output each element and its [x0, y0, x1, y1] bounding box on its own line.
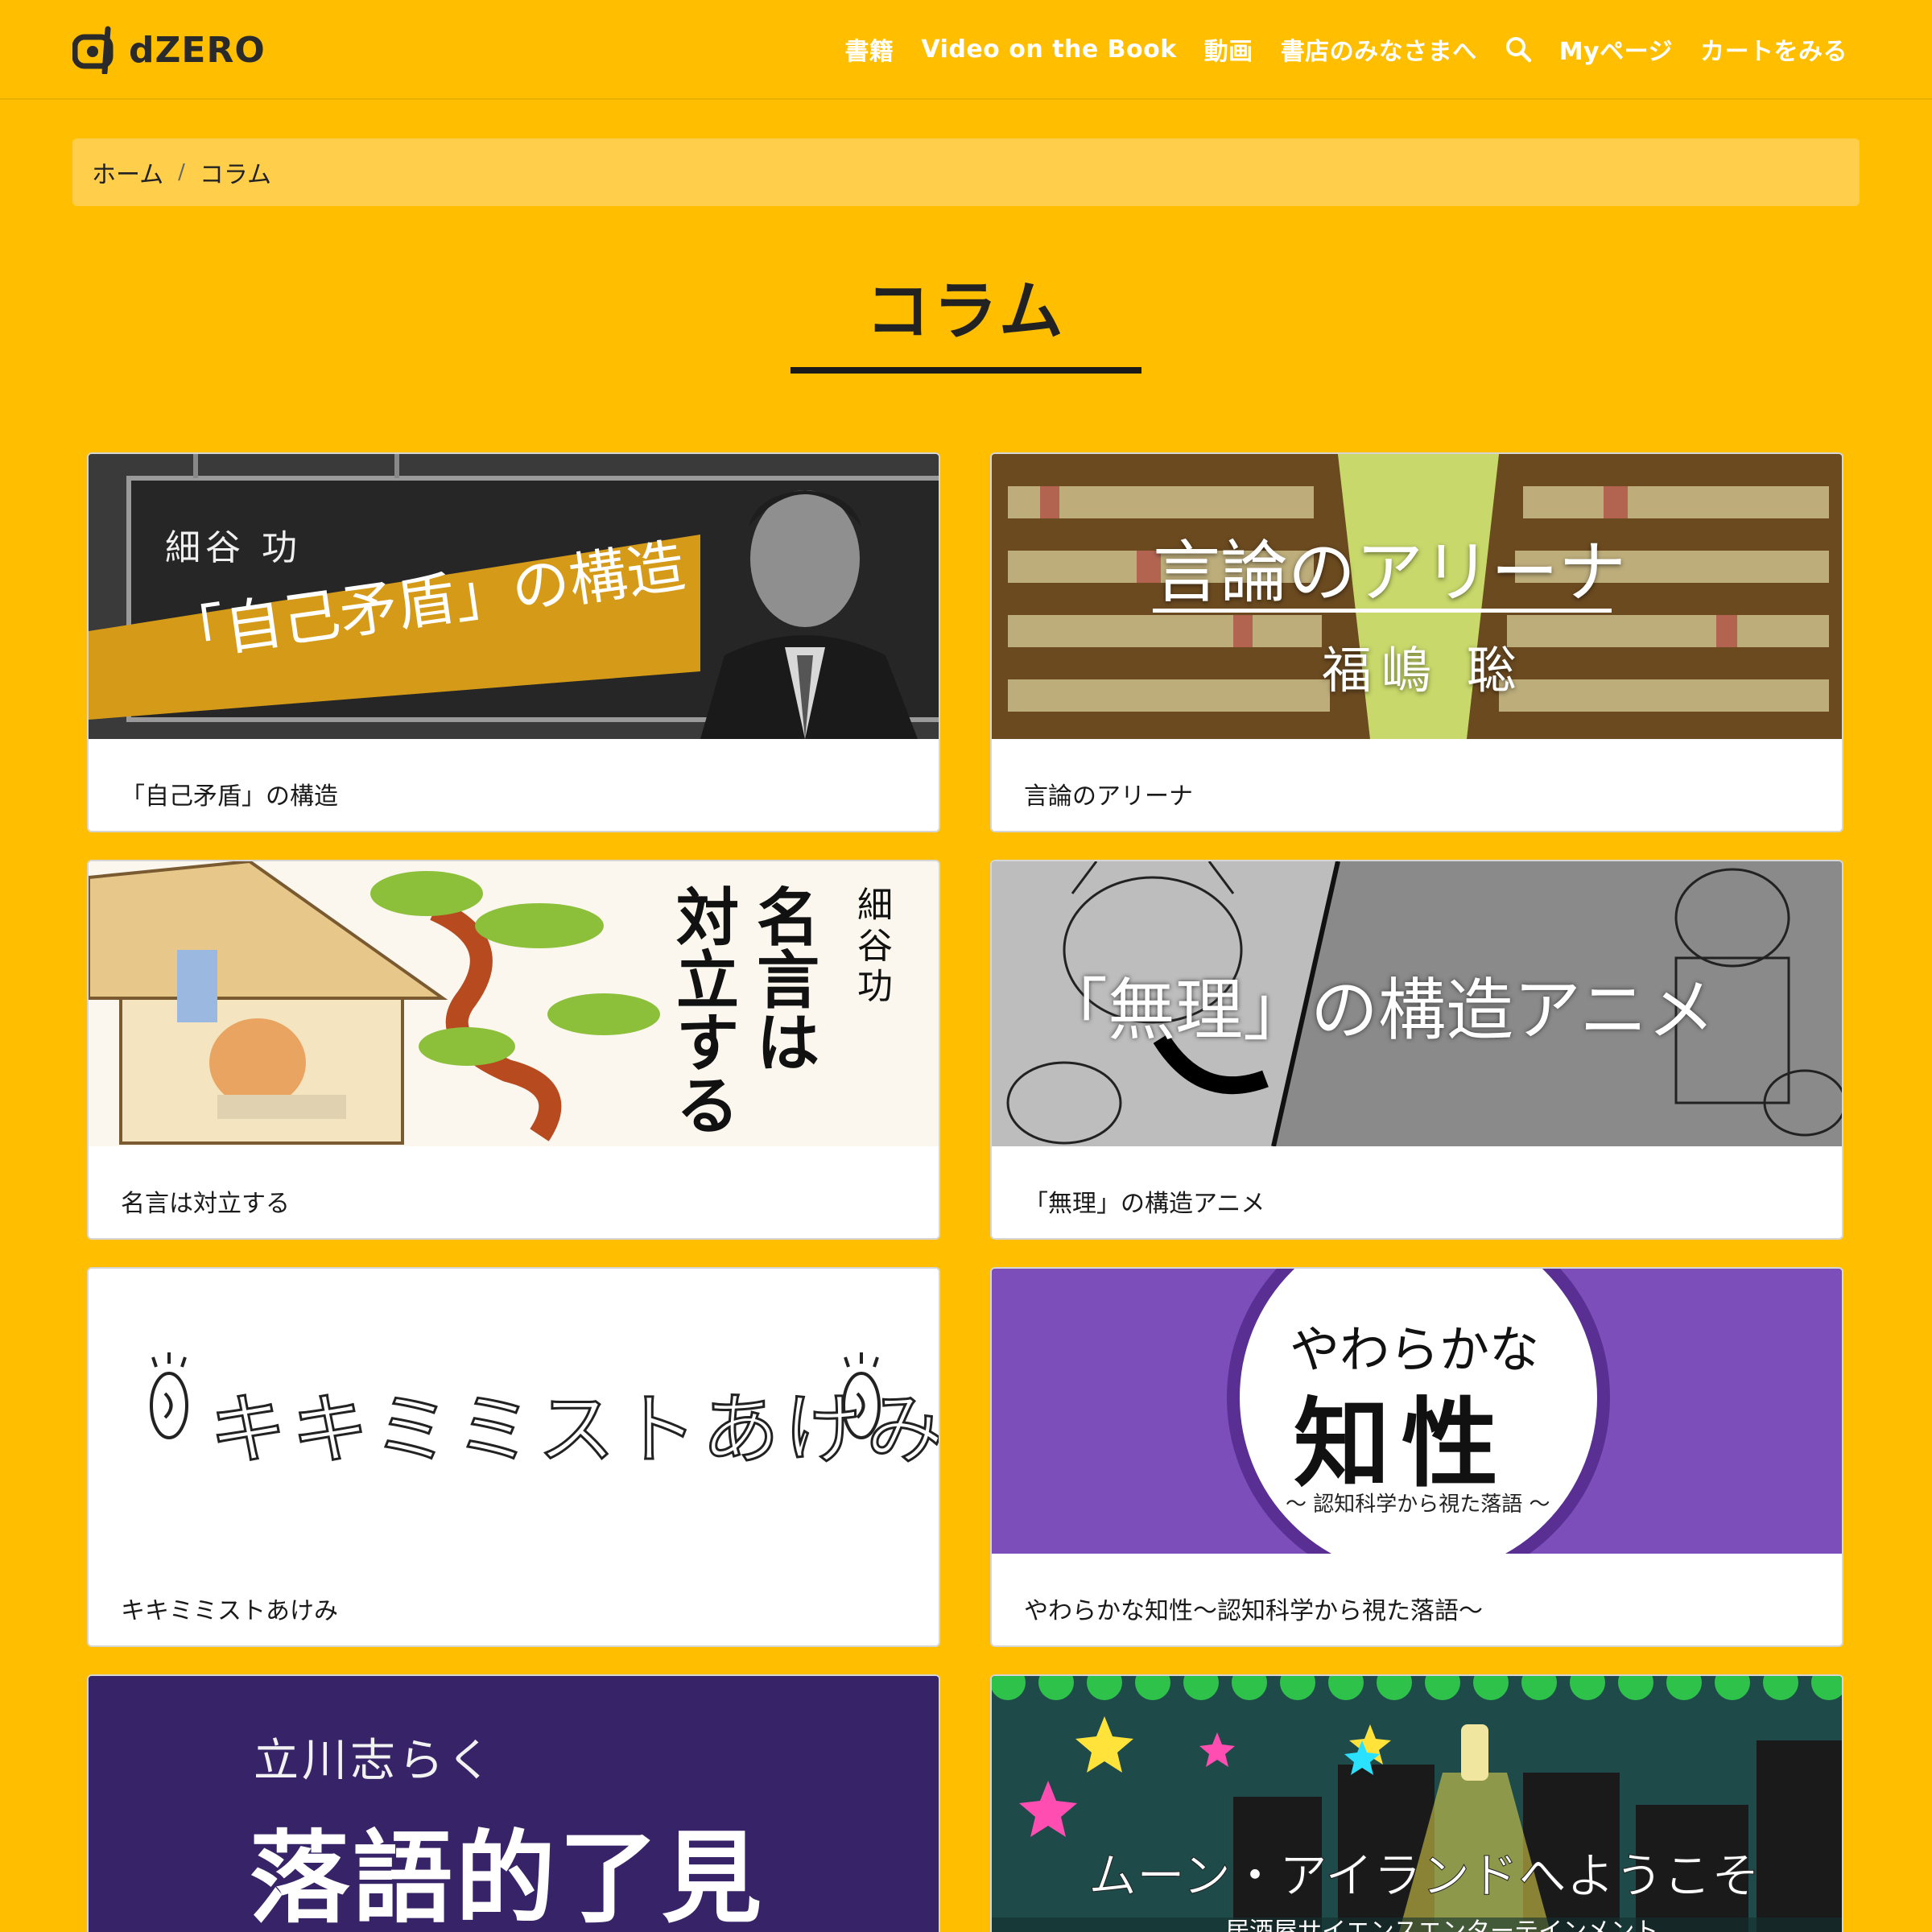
- card-thumbnail: 細谷 功 「自己矛盾」の構造: [89, 454, 939, 739]
- site-logo[interactable]: dZERO: [72, 19, 266, 80]
- thumb-subtitle: 居酒屋サイエンスエンターテインメント: [1225, 1918, 1659, 1932]
- main-nav: 書籍 Video on the Book 動画 書店のみなさまへ Myページ カ…: [844, 29, 1847, 69]
- card-title[interactable]: やわらかな知性〜認知科学から視た落語〜: [1024, 1591, 1483, 1626]
- column-card[interactable]: やわらかな 知性 〜 認知科学から視た落語 〜 やわらかな知性〜認知科学から視た…: [990, 1267, 1843, 1647]
- nav-my-page[interactable]: Myページ: [1559, 31, 1673, 67]
- card-thumbnail: 言論のアリーナ 福嶋 聡: [992, 454, 1842, 739]
- column-card[interactable]: 名言は 対立する 細谷 功 名言は対立する: [87, 860, 940, 1240]
- thumb-headline: ムーン・アイランドへようこそ: [1088, 1848, 1761, 1905]
- nav-for-bookstores[interactable]: 書店のみなさまへ: [1281, 31, 1477, 67]
- breadcrumb: ホーム / コラム: [72, 138, 1860, 206]
- thumb-headline: 「無理」の構造アニメ: [1040, 971, 1715, 1050]
- card-title[interactable]: キキミミストあけみ: [121, 1591, 338, 1626]
- column-card[interactable]: 言論のアリーナ 福嶋 聡 言論のアリーナ: [990, 452, 1843, 832]
- thumb-headline-col2: 対立する: [676, 882, 740, 1143]
- breadcrumb-separator: /: [178, 160, 185, 184]
- card-title[interactable]: 名言は対立する: [121, 1183, 290, 1219]
- card-title[interactable]: 「無理」の構造アニメ: [1024, 1183, 1265, 1219]
- thumb-headline: 言論のアリーナ: [1153, 533, 1627, 612]
- logo-text: dZERO: [129, 29, 266, 71]
- column-card[interactable]: キキミミストあけみ キキミミストあけみ: [87, 1267, 940, 1647]
- card-thumbnail: 「無理」の構造アニメ: [992, 861, 1842, 1146]
- nav-videos[interactable]: 動画: [1204, 31, 1253, 67]
- breadcrumb-home[interactable]: ホーム: [92, 155, 163, 190]
- card-thumbnail: ムーン・アイランドへようこそ 居酒屋サイエンスエンターテインメント: [992, 1676, 1842, 1932]
- card-thumbnail: 名言は 対立する 細谷 功: [89, 861, 939, 1146]
- card-thumbnail: キキミミストあけみ: [89, 1269, 940, 1554]
- card-title[interactable]: 言論のアリーナ: [1024, 776, 1193, 811]
- thumb-subtitle: 〜 認知科学から視た落語 〜: [1286, 1492, 1550, 1517]
- logo-icon: [72, 26, 114, 74]
- nav-video-on-the-book[interactable]: Video on the Book: [921, 35, 1176, 64]
- card-thumbnail: やわらかな 知性 〜 認知科学から視た落語 〜: [992, 1269, 1842, 1554]
- card-title[interactable]: 「自己矛盾」の構造: [121, 776, 338, 811]
- thumb-author: 立川志らく: [254, 1735, 495, 1787]
- site-header: dZERO 書籍 Video on the Book 動画 書店のみなさまへ M…: [0, 0, 1932, 100]
- column-card[interactable]: 細谷 功 「自己矛盾」の構造 「自己矛盾」の構造: [87, 452, 940, 832]
- nav-cart[interactable]: カートをみる: [1700, 31, 1847, 67]
- breadcrumb-current: コラム: [199, 161, 271, 189]
- page-title: コラム: [865, 274, 1067, 349]
- card-thumbnail: 立川志らく 落語的了見: [89, 1676, 939, 1932]
- thumb-author: 細谷 功: [857, 885, 893, 1008]
- thumb-headline: キキミミストあけみ: [208, 1384, 940, 1476]
- column-card[interactable]: 「無理」の構造アニメ 「無理」の構造アニメ: [990, 860, 1843, 1240]
- thumb-headline-col1: 名言は: [757, 882, 820, 1080]
- nav-books[interactable]: 書籍: [844, 31, 894, 67]
- column-card[interactable]: 立川志らく 落語的了見: [87, 1674, 940, 1932]
- column-card[interactable]: ムーン・アイランドへようこそ 居酒屋サイエンスエンターテインメント: [990, 1674, 1843, 1932]
- thumb-author: 細谷 功: [165, 527, 302, 568]
- search-icon[interactable]: [1505, 35, 1532, 63]
- thumb-headline: 落語的了見: [250, 1821, 766, 1932]
- thumb-headline-main: 知性: [1294, 1389, 1509, 1501]
- title-underline: [791, 367, 1141, 374]
- thumb-author: 福嶋 聡: [1322, 641, 1526, 700]
